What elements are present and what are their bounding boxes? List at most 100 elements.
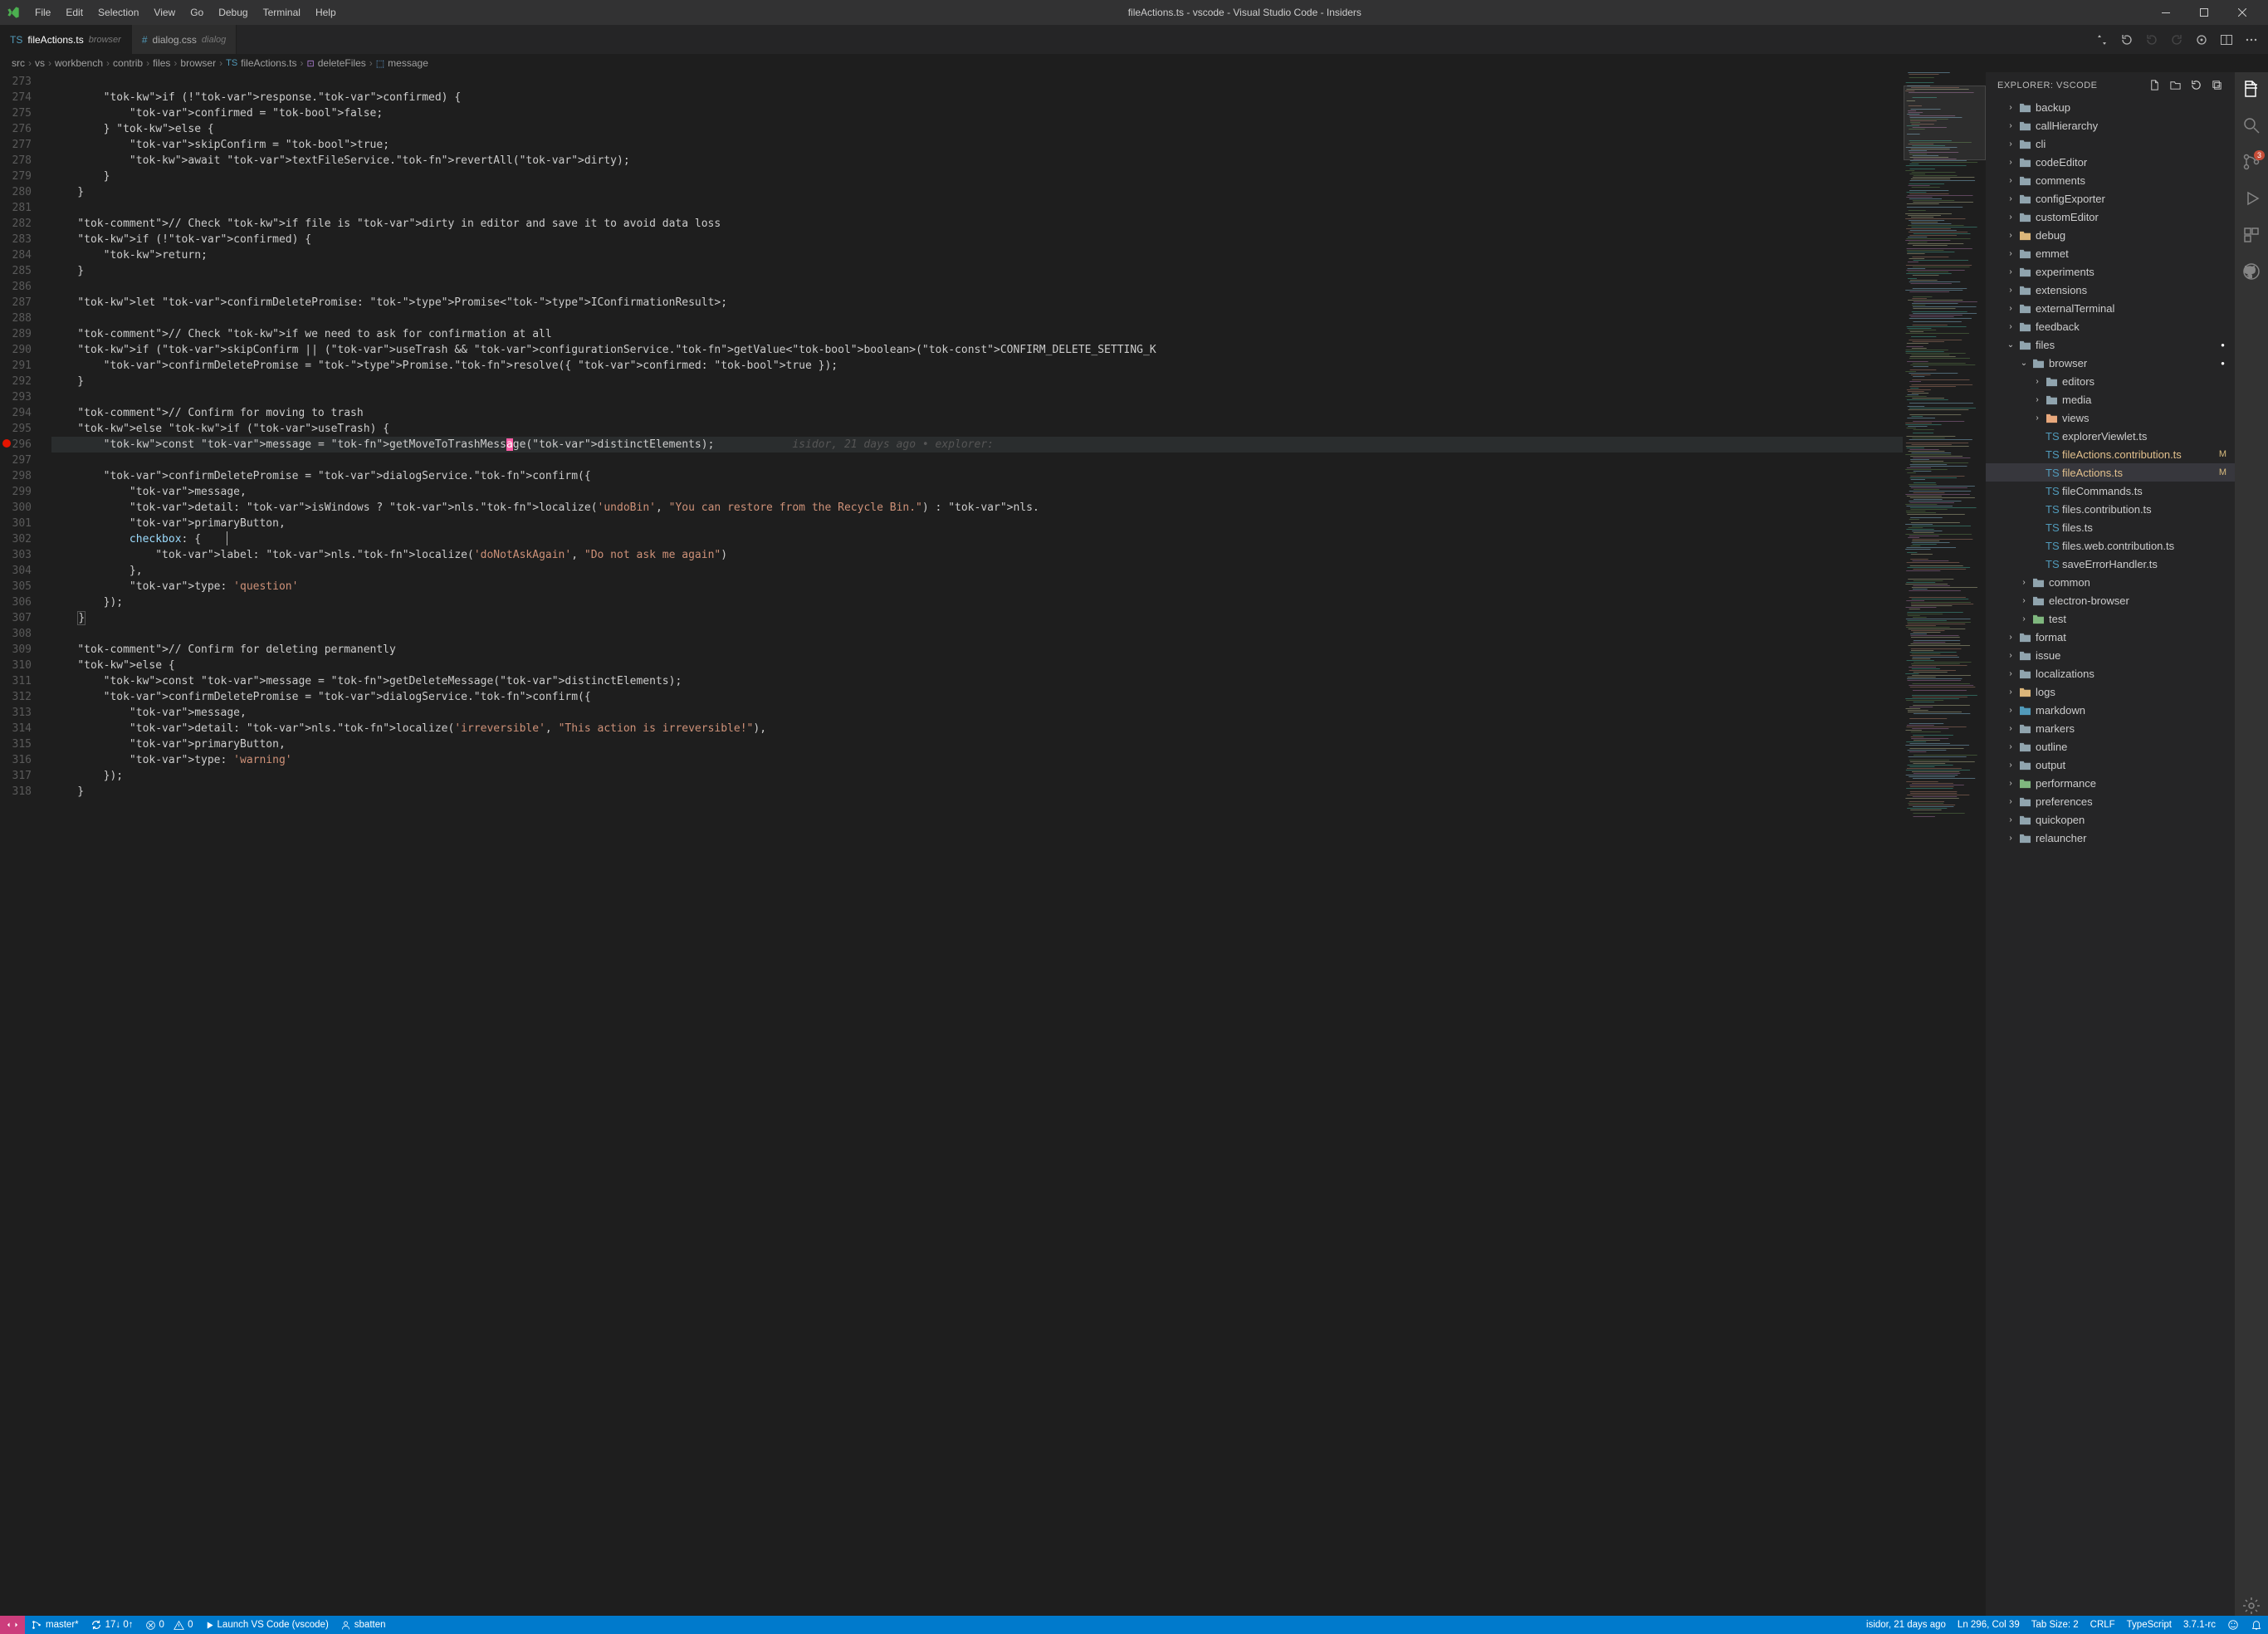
cursor-position-status[interactable]: Ln 296, Col 39 [1952,1616,2026,1634]
minimap[interactable] [1903,72,1986,1616]
menu-debug[interactable]: Debug [212,3,254,22]
breadcrumb-contrib[interactable]: contrib [113,57,143,69]
github-activity-icon[interactable] [2241,262,2261,281]
folder-comments[interactable]: ›comments [1986,171,2235,189]
folder-browser[interactable]: ⌄browser● [1986,354,2235,372]
menu-terminal[interactable]: Terminal [257,3,307,22]
settings-activity-icon[interactable] [2241,1596,2261,1616]
scm-activity-icon[interactable]: 3 [2241,152,2261,172]
file-files.web.contribution.ts[interactable]: TSfiles.web.contribution.ts [1986,536,2235,555]
editor[interactable]: 2732742752762772782792802812822832842852… [0,72,1986,1616]
breadcrumb-browser[interactable]: browser [180,57,216,69]
folder-localizations[interactable]: ›localizations [1986,664,2235,682]
maximize-button[interactable] [2185,0,2223,25]
folder-outline[interactable]: ›outline [1986,737,2235,756]
folder-codeEditor[interactable]: ›codeEditor [1986,153,2235,171]
folder-experiments[interactable]: ›experiments [1986,262,2235,281]
notifications-icon[interactable] [2245,1616,2268,1634]
folder-logs[interactable]: ›logs [1986,682,2235,701]
task-runner-status[interactable]: Launch VS Code (vscode) [199,1616,335,1634]
menu-edit[interactable]: Edit [59,3,90,22]
code-content[interactable]: "tok-kw">if (!"tok-var">response."tok-va… [48,72,1903,1616]
folder-issue[interactable]: ›issue [1986,646,2235,664]
breadcrumb-files[interactable]: files [153,57,170,69]
explorer-activity-icon[interactable] [2241,79,2261,99]
file-explorerViewlet.ts[interactable]: TSexplorerViewlet.ts [1986,427,2235,445]
sync-status[interactable]: 17↓ 0↑ [85,1616,139,1634]
folder-output[interactable]: ›output [1986,756,2235,774]
folder-electron-browser[interactable]: ›electron-browser [1986,591,2235,609]
folder-externalTerminal[interactable]: ›externalTerminal [1986,299,2235,317]
feedback-icon[interactable] [2222,1616,2245,1634]
folder-customEditor[interactable]: ›customEditor [1986,208,2235,226]
remote-indicator[interactable] [0,1616,25,1634]
typescript-version-status[interactable]: 3.7.1-rc [2178,1616,2222,1634]
next-change-icon[interactable] [2170,33,2183,46]
folder-markdown[interactable]: ›markdown [1986,701,2235,719]
folder-views[interactable]: ›views [1986,408,2235,427]
breadcrumb-deleteFiles[interactable]: ⊡deleteFiles [307,57,366,69]
git-branch-status[interactable]: master* [25,1616,85,1634]
folder-test[interactable]: ›test [1986,609,2235,628]
search-activity-icon[interactable] [2241,115,2261,135]
new-file-icon[interactable] [2148,79,2161,91]
indentation-status[interactable]: Tab Size: 2 [2026,1616,2085,1634]
folder-preferences[interactable]: ›preferences [1986,792,2235,810]
breadcrumb-vs[interactable]: vs [35,57,45,69]
folder-cli[interactable]: ›cli [1986,135,2235,153]
breadcrumb-fileActions.ts[interactable]: TSfileActions.ts [226,57,296,69]
folder-quickopen[interactable]: ›quickopen [1986,810,2235,829]
more-icon[interactable] [2245,33,2258,46]
revert-icon[interactable] [2120,33,2134,46]
breadcrumb-src[interactable]: src [12,57,25,69]
tab-fileActions.ts[interactable]: TSfileActions.tsbrowser [0,25,132,54]
menu-file[interactable]: File [28,3,57,22]
file-fileActions.contribution.ts[interactable]: TSfileActions.contribution.tsM [1986,445,2235,463]
minimize-button[interactable] [2147,0,2185,25]
menu-help[interactable]: Help [309,3,343,22]
file-files.ts[interactable]: TSfiles.ts [1986,518,2235,536]
close-button[interactable] [2223,0,2261,25]
folder-editors[interactable]: ›editors [1986,372,2235,390]
refresh-icon[interactable] [2190,79,2202,91]
folder-markers[interactable]: ›markers [1986,719,2235,737]
folder-media[interactable]: ›media [1986,390,2235,408]
folder-debug[interactable]: ›debug [1986,226,2235,244]
file-tree[interactable]: ›backup›callHierarchy›cli›codeEditor›com… [1986,98,2235,1616]
folder-configExporter[interactable]: ›configExporter [1986,189,2235,208]
problems-status[interactable]: 0 0 [139,1616,199,1634]
gitlens-blame-status[interactable]: isidor, 21 days ago [1860,1616,1952,1634]
new-folder-icon[interactable] [2169,79,2182,91]
debug-activity-icon[interactable] [2241,188,2261,208]
split-editor-icon[interactable] [2220,33,2233,46]
folder-backup[interactable]: ›backup [1986,98,2235,116]
compare-icon[interactable] [2095,33,2109,46]
tab-dialog.css[interactable]: #dialog.cssdialog [132,25,237,54]
breadcrumb-workbench[interactable]: workbench [55,57,103,69]
eol-status[interactable]: CRLF [2085,1616,2121,1634]
file-fileActions.ts[interactable]: TSfileActions.tsM [1986,463,2235,482]
file-files.contribution.ts[interactable]: TSfiles.contribution.ts [1986,500,2235,518]
breadcrumb-message[interactable]: ⬚message [376,57,428,69]
menu-view[interactable]: View [147,3,182,22]
folder-common[interactable]: ›common [1986,573,2235,591]
language-mode-status[interactable]: TypeScript [2121,1616,2178,1634]
folder-relauncher[interactable]: ›relauncher [1986,829,2235,847]
live-share-status[interactable]: sbatten [335,1616,392,1634]
file-fileCommands.ts[interactable]: TSfileCommands.ts [1986,482,2235,500]
folder-callHierarchy[interactable]: ›callHierarchy [1986,116,2235,135]
folder-performance[interactable]: ›performance [1986,774,2235,792]
prev-change-icon[interactable] [2145,33,2158,46]
minimap-viewport[interactable] [1904,86,1986,160]
folder-files[interactable]: ⌄files● [1986,335,2235,354]
folder-emmet[interactable]: ›emmet [1986,244,2235,262]
toggle-whitespace-icon[interactable] [2195,33,2208,46]
extensions-activity-icon[interactable] [2241,225,2261,245]
folder-extensions[interactable]: ›extensions [1986,281,2235,299]
collapse-all-icon[interactable] [2211,79,2223,91]
breakpoint-icon[interactable] [2,439,11,448]
folder-format[interactable]: ›format [1986,628,2235,646]
breadcrumbs[interactable]: src›vs›workbench›contrib›files›browser›T… [0,54,2268,72]
folder-feedback[interactable]: ›feedback [1986,317,2235,335]
menu-selection[interactable]: Selection [91,3,145,22]
